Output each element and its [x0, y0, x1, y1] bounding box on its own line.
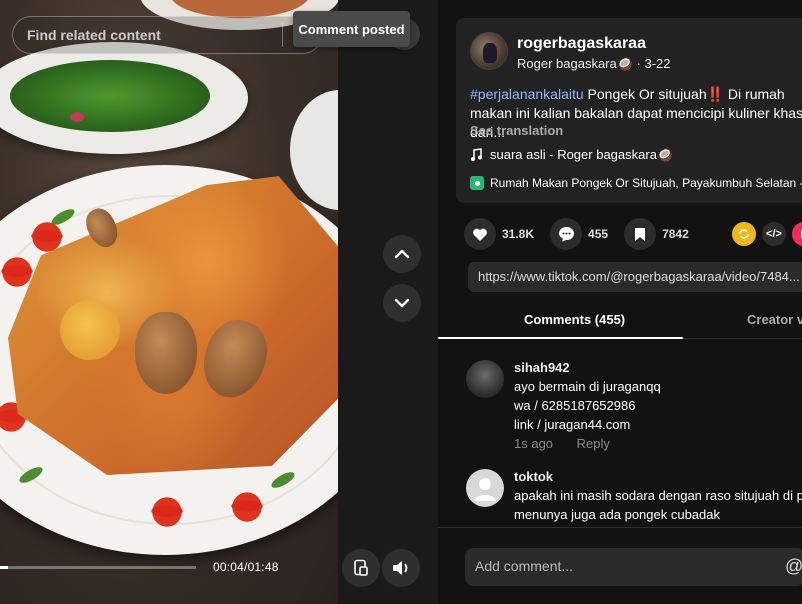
comment-count: 455	[588, 227, 609, 241]
side-bowl	[290, 90, 338, 210]
comment-meta: 1s ago Reply	[514, 436, 610, 451]
commenter-username[interactable]: toktok	[514, 469, 553, 484]
volume-button[interactable]	[382, 549, 420, 587]
bookmark-icon	[624, 218, 657, 250]
video-time: 00:04/01:48	[213, 560, 279, 574]
tab-comments[interactable]: Comments (455)	[524, 312, 625, 327]
share-tiktok-icon[interactable]	[792, 222, 802, 246]
post-info-card: rogerbagaskaraa Roger bagaskara🥥 · 3-22 …	[456, 18, 802, 203]
comment-button[interactable]: 455	[550, 218, 608, 250]
search-divider	[282, 23, 283, 47]
chevron-down-icon	[394, 298, 410, 308]
plate-flower-decoration	[220, 490, 274, 524]
toast-notification: Comment posted	[293, 11, 410, 47]
location-text: Rumah Makan Pongek Or Situjuah, Payakumb…	[490, 176, 802, 190]
music-link[interactable]: suara asli - Roger bagaskara🥥	[470, 147, 673, 163]
post-date: 3-22	[644, 56, 671, 71]
repost-icon[interactable]	[732, 222, 756, 246]
comment-bubble-icon	[550, 218, 583, 250]
navigation-column	[338, 0, 438, 604]
mushroom-piece	[135, 312, 197, 394]
add-comment-input[interactable]: Add comment... @	[465, 548, 802, 586]
floating-player-icon	[354, 559, 368, 576]
author-username[interactable]: rogerbagaskaraa	[517, 35, 646, 53]
commenter-avatar[interactable]	[466, 360, 504, 398]
detail-panel: rogerbagaskaraa Roger bagaskara🥥 · 3-22 …	[438, 0, 802, 604]
see-translation-link[interactable]: See translation	[470, 123, 563, 138]
mention-button[interactable]: @	[785, 556, 802, 577]
author-avatar[interactable]	[470, 32, 508, 70]
like-count: 31.8K	[502, 227, 535, 241]
comment-text-line: wa / 6285187652986	[514, 398, 636, 413]
commenter-username[interactable]: sihah942	[514, 360, 570, 375]
speaker-icon	[393, 561, 408, 575]
comment-text-line: link / juragan44.com	[514, 417, 631, 432]
chevron-up-icon	[394, 249, 410, 259]
separator-dot: ·	[636, 56, 645, 71]
search-input[interactable]: Find related content	[27, 27, 282, 43]
like-button[interactable]: 31.8K	[464, 218, 534, 250]
hashtag-link[interactable]: #perjalanankalaitu	[470, 86, 584, 102]
author-subline: Roger bagaskara🥥 · 3-22	[517, 56, 671, 72]
next-video-button[interactable]	[383, 284, 421, 322]
music-title: suara asli - Roger bagaskara🥥	[490, 147, 674, 162]
tab-creator-videos[interactable]: Creator videos	[747, 312, 802, 327]
active-tab-indicator	[438, 337, 683, 339]
green-sambal	[10, 60, 210, 132]
heart-icon	[464, 218, 496, 250]
share-icons: </>	[732, 222, 802, 246]
floating-player-button[interactable]	[342, 549, 380, 587]
video-url-field[interactable]: https://www.tiktok.com/@rogerbagaskaraa/…	[468, 262, 802, 292]
previous-video-button[interactable]	[383, 235, 421, 273]
video-progress-fill	[0, 566, 8, 569]
video-player[interactable]: Find related content 00:04/01:48	[0, 0, 338, 604]
egg-yolk	[60, 300, 120, 360]
music-note-icon	[471, 148, 482, 161]
video-progress-bar[interactable]	[0, 566, 196, 569]
engagement-bar: 31.8K 455 7842	[464, 218, 705, 250]
embed-code-icon[interactable]: </>	[762, 222, 786, 246]
commenter-avatar[interactable]	[466, 469, 504, 507]
plate-flower-decoration	[0, 255, 44, 289]
comment-text-line: ayo bermain di juraganqq	[514, 379, 661, 394]
location-pin-icon	[470, 176, 484, 190]
add-comment-placeholder: Add comment...	[475, 558, 574, 574]
default-avatar-icon	[474, 478, 496, 501]
comment-time: 1s ago	[514, 436, 554, 451]
save-button[interactable]: 7842	[624, 218, 689, 250]
author-display-name: Roger bagaskara🥥	[517, 56, 633, 71]
comment-text-line: apakah ini masih sodara dengan raso situ…	[514, 488, 802, 503]
comment-text-line: menunya juga ada pongek cubadak	[514, 507, 720, 522]
plate-flower-decoration	[140, 495, 194, 529]
location-link[interactable]: Rumah Makan Pongek Or Situjuah, Payakumb…	[470, 176, 802, 190]
save-count: 7842	[662, 227, 689, 241]
tab-bar: Comments (455) Creator videos	[438, 303, 802, 339]
reply-button[interactable]: Reply	[577, 436, 610, 451]
comment-composer: Add comment... @	[438, 527, 802, 604]
search-bar[interactable]: Find related content	[12, 16, 322, 54]
